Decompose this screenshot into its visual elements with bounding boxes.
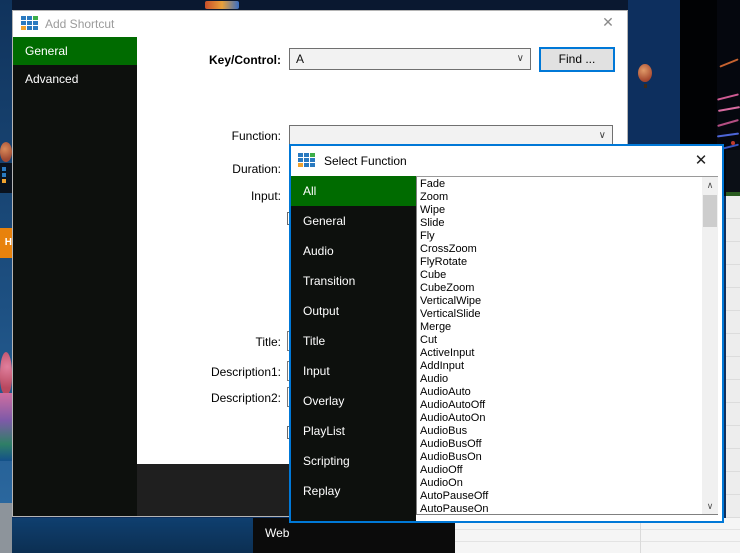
background-window-dark [726, 150, 740, 192]
vmix-logo-icon [21, 16, 38, 30]
list-item-function[interactable]: AutoPauseOn [417, 503, 702, 514]
scrollbar[interactable]: ∧ ∨ [702, 177, 718, 514]
list-item-function[interactable]: Cube [417, 269, 702, 282]
duration-label: Duration: [113, 162, 281, 176]
key-control-label: Key/Control: [113, 53, 281, 67]
sidebar-item-category[interactable]: Transition [291, 266, 416, 296]
list-item-function[interactable]: AudioAutoOff [417, 399, 702, 412]
list-item-function[interactable]: AudioBusOn [417, 451, 702, 464]
wallpaper-dock-fragment [0, 503, 12, 553]
description2-label: Description2: [113, 391, 281, 405]
list-item-function[interactable]: AudioOff [417, 464, 702, 477]
list-item-function[interactable]: AudioAutoOn [417, 412, 702, 425]
list-item-function[interactable]: VerticalSlide [417, 308, 702, 321]
find-button[interactable]: Find ... [539, 47, 615, 72]
background-window-grid [455, 518, 740, 553]
grid-divider [640, 518, 641, 553]
description1-label: Description1: [113, 365, 281, 379]
list-item-function[interactable]: Wipe [417, 204, 702, 217]
chevron-down-icon: ∨ [599, 126, 606, 146]
sidebar-item-category[interactable]: PlayList [291, 416, 416, 446]
desktop-icon-fragment: H [0, 228, 12, 258]
sidebar-item-category[interactable]: General [291, 206, 416, 236]
sidebar-item-category[interactable]: All [291, 176, 416, 206]
dialog-title: Add Shortcut [45, 11, 114, 37]
desktop: H Web Add Shortcut [0, 0, 740, 553]
list-item-function[interactable]: Fly [417, 230, 702, 243]
list-item-function[interactable]: AddInput [417, 360, 702, 373]
title-label: Title: [113, 335, 281, 349]
close-icon[interactable]: ✕ [599, 14, 617, 31]
select-function-dialog: Select Function ✕ AllGeneralAudioTransit… [289, 144, 724, 523]
sidebar-item[interactable]: Advanced [13, 65, 137, 93]
close-icon[interactable]: ✕ [692, 151, 710, 169]
scroll-up-icon[interactable]: ∧ [702, 177, 718, 193]
sidebar-item-category[interactable]: Title [291, 326, 416, 356]
list-item-function[interactable]: AudioAuto [417, 386, 702, 399]
wallpaper-sail-fragment [0, 393, 12, 461]
list-item-function[interactable]: VerticalWipe [417, 295, 702, 308]
list-item-function[interactable]: Slide [417, 217, 702, 230]
wallpaper-water [12, 518, 253, 553]
scroll-down-icon[interactable]: ∨ [702, 498, 718, 514]
list-item-function[interactable]: Merge [417, 321, 702, 334]
wallpaper-balloon [638, 64, 652, 82]
list-item-function[interactable]: AudioBus [417, 425, 702, 438]
scrollbar-thumb[interactable] [703, 195, 717, 227]
key-control-dropdown[interactable]: A ∨ [289, 48, 531, 70]
list-item-function[interactable]: CrossZoom [417, 243, 702, 256]
list-item-function[interactable]: Cut [417, 334, 702, 347]
wallpaper-balloon-basket [644, 84, 647, 88]
sidebar-item-category[interactable]: Replay [291, 476, 416, 506]
list-item-function[interactable]: ActiveInput [417, 347, 702, 360]
desktop-left-wallpaper: H [0, 0, 12, 553]
sidebar-item-category[interactable]: Scripting [291, 446, 416, 476]
sidebar-item-category[interactable]: Output [291, 296, 416, 326]
wallpaper-balloon-fragment [0, 142, 12, 162]
vmix-logo-icon [298, 153, 315, 167]
list-item-function[interactable]: AutoPauseOff [417, 490, 702, 503]
key-control-value: A [296, 52, 304, 66]
web-tab-label[interactable]: Web [265, 526, 289, 540]
function-label: Function: [113, 129, 281, 143]
input-label: Input: [113, 189, 281, 203]
sidebar-item-category[interactable]: Input [291, 356, 416, 386]
dialog-title: Select Function [324, 146, 407, 176]
background-window-fragment [205, 1, 239, 9]
sidebar-item-category[interactable]: Overlay [291, 386, 416, 416]
function-list-panel: FadeZoomWipeSlideFlyCrossZoomFlyRotateCu… [416, 176, 718, 515]
wallpaper-balloon-fragment [0, 352, 12, 394]
list-item-function[interactable]: Zoom [417, 191, 702, 204]
background-window-list [726, 196, 740, 553]
add-shortcut-sidebar: GeneralAdvanced [13, 37, 137, 516]
sidebar-item-category[interactable]: Audio [291, 236, 416, 266]
select-function-titlebar[interactable]: Select Function ✕ [291, 146, 722, 176]
select-function-sidebar: AllGeneralAudioTransitionOutputTitleInpu… [291, 176, 416, 521]
list-item-function[interactable]: Fade [417, 178, 702, 191]
add-shortcut-titlebar[interactable]: Add Shortcut ✕ [13, 11, 627, 37]
wallpaper-firework-dot [731, 141, 735, 145]
chevron-down-icon: ∨ [517, 49, 524, 69]
list-item-function[interactable]: FlyRotate [417, 256, 702, 269]
list-item-function[interactable]: AudioOn [417, 477, 702, 490]
desktop-icon-fragment [0, 163, 12, 193]
background-window-tab-bar: Web [253, 518, 455, 553]
list-item-function[interactable]: Audio [417, 373, 702, 386]
function-list: FadeZoomWipeSlideFlyCrossZoomFlyRotateCu… [417, 178, 702, 514]
list-item-function[interactable]: AudioBusOff [417, 438, 702, 451]
list-item-function[interactable]: CubeZoom [417, 282, 702, 295]
